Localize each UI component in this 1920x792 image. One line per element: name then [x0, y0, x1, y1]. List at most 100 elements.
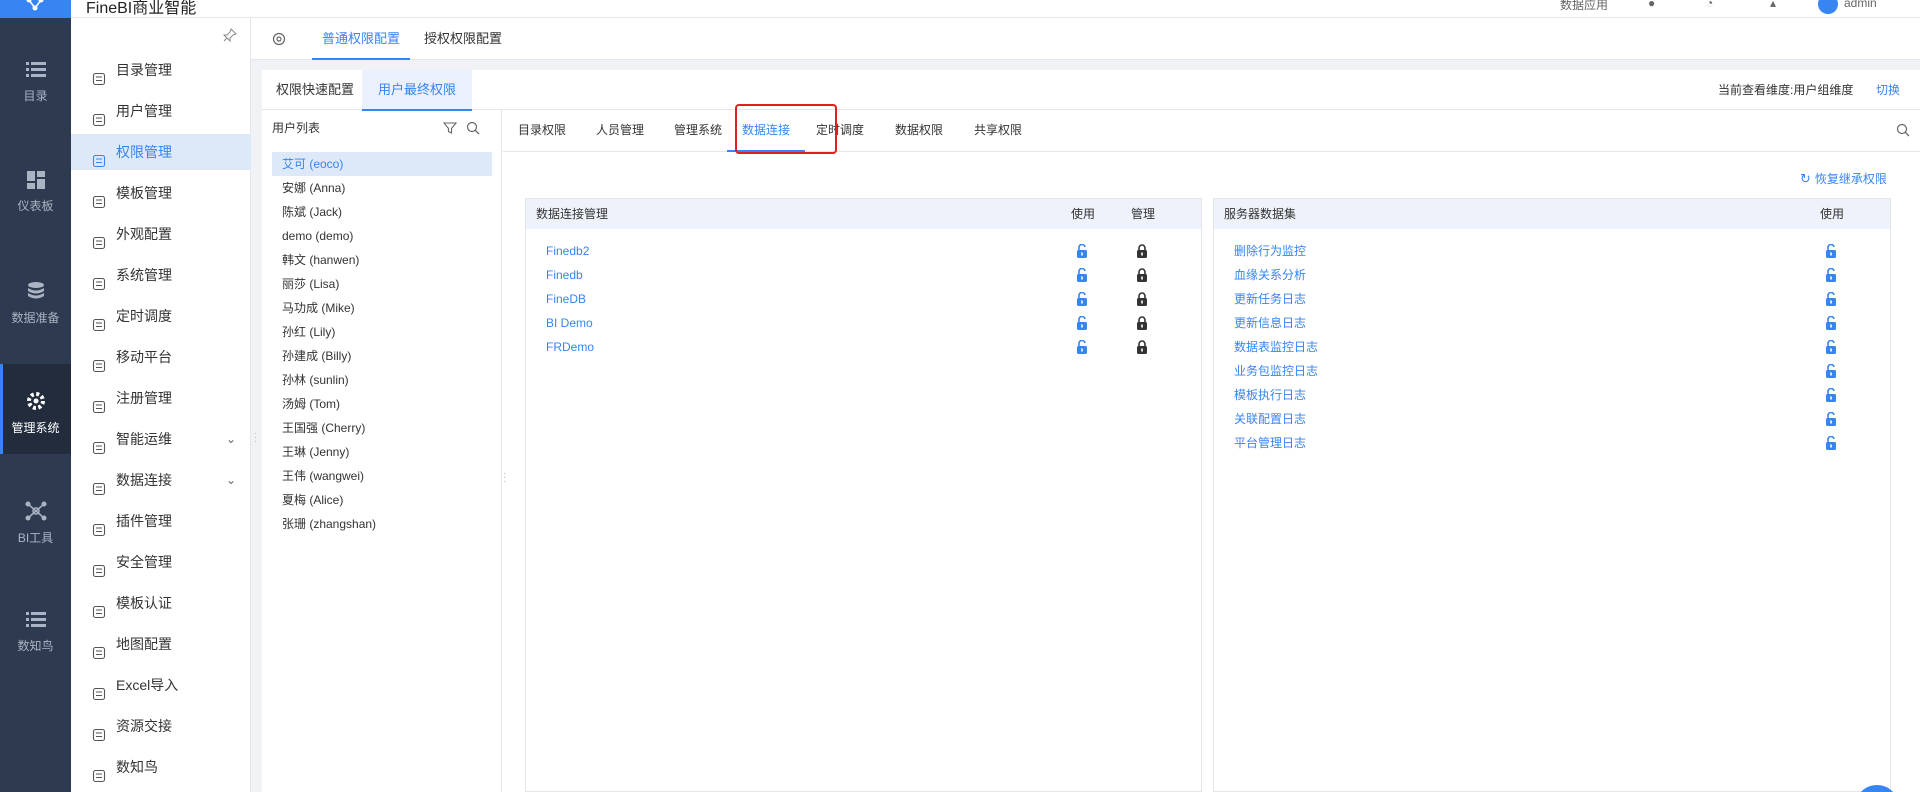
resize-handle[interactable]: · · · [254, 429, 260, 447]
connection-name[interactable]: Finedb2 [546, 239, 589, 263]
dataset-name[interactable]: 关联配置日志 [1234, 407, 1306, 431]
bell-icon[interactable]: ◔ [1706, 0, 1713, 10]
tab-normal-permission[interactable]: 普通权限配置 [311, 18, 411, 60]
user-list-item[interactable]: 汤姆 (Tom) [272, 392, 492, 416]
avatar[interactable] [1818, 0, 1838, 14]
nav-item-admin-system[interactable]: 管理系统 [0, 364, 71, 454]
unlock-icon[interactable] [1825, 267, 1837, 285]
chevron-down-icon[interactable]: ⌄ [226, 462, 236, 498]
sidebar-item[interactable]: 资源交接 [71, 708, 251, 744]
user-name[interactable]: admin [1844, 0, 1877, 10]
sidebar-item[interactable]: 注册管理 [71, 380, 251, 416]
user-list-item[interactable]: 孙林 (sunlin) [272, 368, 492, 392]
dataset-name[interactable]: 模板执行日志 [1234, 383, 1306, 407]
lock-icon[interactable] [1136, 244, 1148, 261]
lock-icon[interactable] [1136, 292, 1148, 309]
sidebar-item[interactable]: 外观配置 [71, 216, 251, 252]
dataset-name[interactable]: 血缘关系分析 [1234, 263, 1306, 287]
perm-tab[interactable]: 目录权限 [518, 110, 566, 152]
switch-dimension-link[interactable]: 切换 [1876, 70, 1900, 110]
sidebar-item[interactable]: 移动平台 [71, 339, 251, 375]
perm-tab[interactable]: 人员管理 [596, 110, 644, 152]
tab-quick-config[interactable]: 权限快速配置 [276, 70, 354, 110]
lock-icon[interactable] [1136, 316, 1148, 333]
data-app-link[interactable]: 数据应用 [1560, 0, 1608, 13]
unlock-icon[interactable] [1825, 411, 1837, 429]
sidebar-item[interactable]: 模板管理 [71, 175, 251, 211]
user-list-item[interactable]: 张珊 (zhangshan) [272, 512, 492, 536]
user-list-item[interactable]: 陈斌 (Jack) [272, 200, 492, 224]
message-icon[interactable]: ▴ [1770, 0, 1776, 10]
sidebar-item[interactable]: 地图配置 [71, 626, 251, 662]
user-list-item[interactable]: 马功成 (Mike) [272, 296, 492, 320]
user-list-item[interactable]: 丽莎 (Lisa) [272, 272, 492, 296]
perm-tab[interactable]: 管理系统 [674, 110, 722, 152]
unlock-icon[interactable] [1825, 387, 1837, 405]
sidebar-item[interactable]: 数知鸟 [71, 749, 251, 785]
connection-name[interactable]: FineDB [546, 287, 586, 311]
dataset-name[interactable]: 更新信息日志 [1234, 311, 1306, 335]
tab-grant-permission[interactable]: 授权权限配置 [424, 18, 502, 60]
user-list-item[interactable]: 王琳 (Jenny) [272, 440, 492, 464]
settings-gear-icon[interactable] [271, 31, 287, 50]
user-list-item[interactable]: 夏梅 (Alice) [272, 488, 492, 512]
user-list-item[interactable]: 王伟 (wangwei) [272, 464, 492, 488]
dataset-name[interactable]: 更新任务日志 [1234, 287, 1306, 311]
user-list-item[interactable]: 安娜 (Anna) [272, 176, 492, 200]
sidebar-item[interactable]: 用户管理 [71, 93, 251, 129]
unlock-icon[interactable] [1825, 243, 1837, 261]
user-list-item[interactable]: 韩文 (hanwen) [272, 248, 492, 272]
search-icon[interactable] [466, 121, 480, 138]
unlock-icon[interactable] [1076, 291, 1088, 309]
sidebar-item[interactable]: Excel导入 [71, 667, 251, 703]
dataset-name[interactable]: 数据表监控日志 [1234, 335, 1318, 359]
lock-icon[interactable] [1136, 340, 1148, 357]
unlock-icon[interactable] [1825, 435, 1837, 453]
unlock-icon[interactable] [1825, 339, 1837, 357]
perm-tab[interactable]: 共享权限 [974, 110, 1022, 152]
user-list-item[interactable]: 艾可 (eoco) [272, 152, 492, 176]
user-list-item[interactable]: 王国强 (Cherry) [272, 416, 492, 440]
restore-inherit-button[interactable]: ↻ 恢复继承权限 [1800, 170, 1887, 187]
nav-item-catalog[interactable]: 目录 [0, 34, 71, 124]
lock-icon[interactable] [1136, 268, 1148, 285]
dataset-name[interactable]: 业务包监控日志 [1234, 359, 1318, 383]
search-icon[interactable] [1896, 123, 1910, 140]
dataset-name[interactable]: 平台管理日志 [1234, 431, 1306, 455]
connection-name[interactable]: FRDemo [546, 335, 594, 359]
sidebar-item[interactable]: 系统管理 [71, 257, 251, 293]
user-list-item[interactable]: 孙建成 (Billy) [272, 344, 492, 368]
user-list-item[interactable]: 孙红 (Lily) [272, 320, 492, 344]
connection-name[interactable]: Finedb [546, 263, 583, 287]
unlock-icon[interactable] [1825, 291, 1837, 309]
unlock-icon[interactable] [1825, 315, 1837, 333]
help-icon[interactable]: ● [1648, 0, 1655, 10]
logo[interactable] [0, 0, 71, 18]
filter-icon[interactable] [442, 121, 458, 138]
sidebar-item[interactable]: 模板认证 [71, 585, 251, 621]
tab-user-final-permission[interactable]: 用户最终权限 [362, 70, 473, 111]
chevron-down-icon[interactable]: ⌄ [226, 421, 236, 457]
unlock-icon[interactable] [1076, 267, 1088, 285]
sidebar-item[interactable]: 智能运维 ⌄ [71, 421, 251, 457]
resize-handle[interactable]: · · · [503, 469, 509, 487]
unlock-icon[interactable] [1076, 339, 1088, 357]
user-list-item[interactable]: demo (demo) [272, 224, 492, 248]
unlock-icon[interactable] [1076, 315, 1088, 333]
unlock-icon[interactable] [1825, 363, 1837, 381]
sidebar-item[interactable]: 安全管理 [71, 544, 251, 580]
nav-item-bi-tools[interactable]: BI工具 [0, 474, 71, 564]
sidebar-item[interactable]: 数据连接 ⌄ [71, 462, 251, 498]
nav-item-shuzhiniao[interactable]: 数知鸟 [0, 584, 71, 674]
perm-tab[interactable]: 数据权限 [895, 110, 943, 152]
sidebar-item[interactable]: 定时调度 [71, 298, 251, 334]
sidebar-item[interactable]: 权限管理 [71, 134, 251, 170]
sidebar-item[interactable]: 插件管理 [71, 503, 251, 539]
sidebar-item[interactable]: 目录管理 [71, 52, 251, 88]
nav-item-data-prep[interactable]: 数据准备 [0, 254, 71, 344]
dataset-name[interactable]: 删除行为监控 [1234, 239, 1306, 263]
nav-item-dashboard[interactable]: 仪表板 [0, 144, 71, 234]
connection-name[interactable]: BI Demo [546, 311, 593, 335]
unlock-icon[interactable] [1076, 243, 1088, 261]
pin-icon[interactable] [222, 28, 237, 45]
